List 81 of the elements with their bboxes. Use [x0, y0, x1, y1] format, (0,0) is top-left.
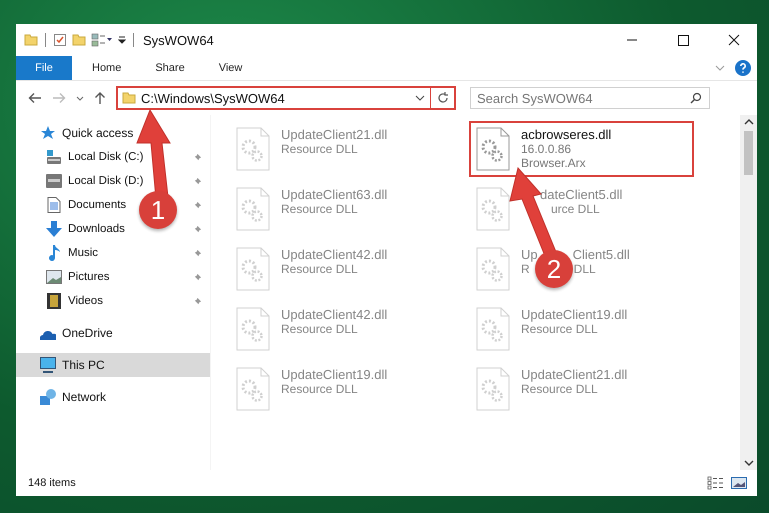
star-icon: [40, 125, 56, 141]
file-detail: Resource DLL: [521, 322, 599, 336]
folder-icon[interactable]: [24, 34, 38, 46]
properties-icon[interactable]: [53, 33, 67, 47]
file-name: dateClient5.dll: [539, 187, 622, 202]
monitor-icon: [40, 357, 56, 373]
file-name: UpdateClient42.dll: [281, 247, 388, 262]
scroll-down-icon[interactable]: [744, 460, 754, 466]
picture-icon: [46, 269, 62, 285]
address-path: C:\Windows\SysWOW64: [141, 90, 286, 106]
file-name: acbrowseres.dll: [521, 127, 612, 142]
file-tab[interactable]: File: [16, 56, 72, 80]
item-count: 148 items: [28, 477, 76, 489]
address-bar[interactable]: C:\Windows\SysWOW64: [116, 86, 456, 110]
file-name: UpdateClient19.dll: [521, 307, 628, 322]
sidebar-item[interactable]: Local Disk (C:): [16, 145, 144, 169]
sidebar-item[interactable]: Documents: [16, 193, 126, 217]
pin-icon[interactable]: [193, 296, 202, 306]
forward-arrow-icon[interactable]: [52, 92, 66, 104]
file-detail: DLL: [574, 262, 596, 276]
file-detail: Browser.Arx: [521, 156, 587, 170]
thumbnail-view-icon[interactable]: [731, 477, 747, 489]
folder-icon: [122, 92, 136, 104]
file-name: UpdateClient63.dll: [281, 187, 388, 202]
download-arrow-icon: [46, 221, 62, 237]
sidebar-item[interactable]: Pictures: [16, 265, 110, 289]
file-detail: Resource DLL: [521, 382, 599, 396]
music-note-icon: [46, 245, 62, 261]
file-name: UpdateClient19.dll: [281, 367, 388, 382]
up-arrow-icon[interactable]: [94, 91, 106, 105]
gear-file-icon[interactable]: [475, 127, 511, 171]
file-detail: Resource DLL: [281, 382, 359, 396]
sidebar-item[interactable]: Local Disk (D:): [16, 169, 144, 193]
ribbon-tab[interactable]: Share: [141, 56, 199, 80]
file-detail: Resource DLL: [281, 202, 359, 216]
pin-icon[interactable]: [193, 248, 202, 258]
file-name: UpdateClient21.dll: [281, 127, 388, 142]
file-name: Up: [521, 247, 538, 262]
document-icon: [46, 197, 62, 213]
ribbon-tab[interactable]: View: [204, 56, 256, 80]
file-detail: Resource DLL: [281, 322, 359, 336]
pin-icon[interactable]: [193, 200, 202, 210]
file-name: Client5.dll: [572, 247, 630, 262]
back-arrow-icon[interactable]: [28, 92, 42, 104]
file-name: UpdateClient21.dll: [521, 367, 628, 382]
pin-icon[interactable]: [193, 272, 202, 282]
sidebar-item[interactable]: Videos: [16, 289, 103, 313]
view-list-icon[interactable]: [91, 33, 113, 47]
refresh-icon[interactable]: [436, 91, 450, 105]
file-detail: R: [521, 262, 530, 276]
window-title: SysWOW64: [143, 32, 214, 48]
search-icon: [690, 92, 702, 104]
file-detail: 16.0.0.86: [521, 142, 572, 156]
help-icon[interactable]: [735, 60, 751, 76]
drive-icon: [46, 173, 62, 189]
film-icon: [46, 293, 62, 309]
new-folder-icon[interactable]: [72, 34, 86, 46]
file-detail: Resource DLL: [281, 142, 359, 156]
drive-icon: [46, 149, 62, 165]
pin-icon[interactable]: [193, 152, 202, 162]
sidebar-item[interactable]: This PC: [16, 353, 210, 377]
file-detail: Resource DLL: [281, 262, 359, 276]
pin-icon[interactable]: [193, 224, 202, 234]
scrollbar-thumb[interactable]: [744, 131, 753, 175]
file-detail: urce DLL: [550, 202, 601, 216]
pin-icon[interactable]: [193, 176, 202, 186]
file-item[interactable]: acbrowseres.dll 16.0.0.86 Browser.Arx: [469, 121, 694, 177]
dropdown-icon[interactable]: [118, 36, 126, 44]
chevron-down-icon[interactable]: [76, 96, 84, 100]
network-icon: [40, 389, 56, 405]
sidebar-item[interactable]: Network: [16, 385, 202, 409]
sidebar-item[interactable]: Downloads: [16, 217, 125, 241]
search-field[interactable]: Search SysWOW64: [470, 87, 710, 109]
details-view-icon[interactable]: [707, 476, 725, 490]
sidebar-item[interactable]: OneDrive: [16, 321, 202, 345]
file-name: UpdateClient42.dll: [281, 307, 388, 322]
sidebar-item[interactable]: Music: [16, 241, 98, 265]
chevron-down-icon[interactable]: [415, 95, 425, 101]
scroll-up-icon[interactable]: [744, 119, 754, 125]
ribbon-tab[interactable]: Home: [78, 56, 136, 80]
sidebar-item[interactable]: Quick access: [16, 121, 202, 145]
